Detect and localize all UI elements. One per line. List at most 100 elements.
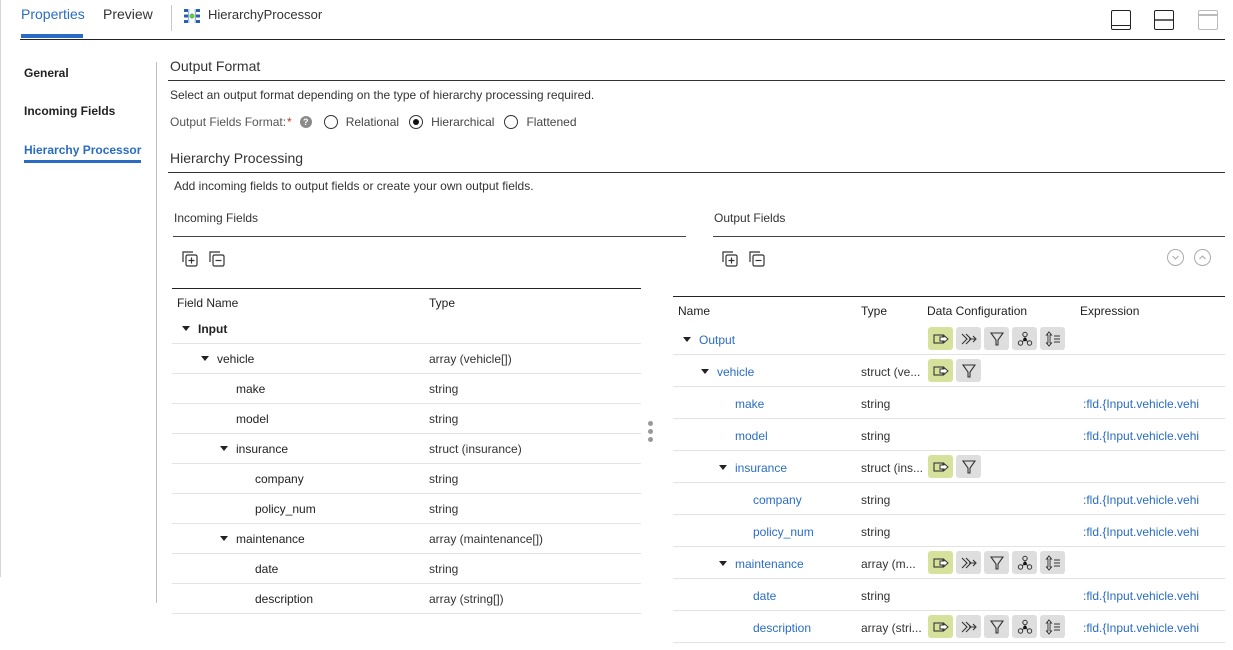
column-header-type[interactable]: Type: [861, 304, 887, 318]
field-expression[interactable]: :fld.{Input.vehicle.vehi: [1083, 397, 1203, 411]
help-icon[interactable]: ?: [299, 116, 312, 128]
field-name[interactable]: insurance: [719, 461, 787, 475]
table-row[interactable]: insurance struct (ins...: [673, 451, 1225, 483]
expand-caret-icon[interactable]: [182, 326, 190, 331]
field-name: date: [255, 562, 278, 576]
move-up-icon[interactable]: [1194, 249, 1211, 266]
radio-circle[interactable]: [504, 115, 519, 129]
table-row[interactable]: maintenance array (maintenance[]): [172, 524, 641, 554]
table-row[interactable]: policy_num string:fld.{Input.vehicle.vehi: [673, 515, 1225, 547]
table-row[interactable]: company string: [172, 464, 641, 494]
expand-caret-icon[interactable]: [201, 356, 209, 361]
filter-config-icon[interactable]: [956, 455, 981, 478]
field-expression[interactable]: :fld.{Input.vehicle.vehi: [1083, 493, 1203, 507]
field-name[interactable]: policy_num: [753, 525, 814, 539]
table-row[interactable]: description array (string[]): [172, 584, 641, 614]
field-name-text: date: [255, 562, 279, 576]
expand-all-icon[interactable]: [721, 250, 739, 268]
table-row[interactable]: company string:fld.{Input.vehicle.vehi: [673, 483, 1225, 515]
table-row[interactable]: date string:fld.{Input.vehicle.vehi: [673, 579, 1225, 611]
move-down-icon[interactable]: [1167, 249, 1184, 266]
filter-config-icon[interactable]: [984, 551, 1009, 574]
table-row[interactable]: Input: [172, 314, 641, 344]
tab-separator: [171, 5, 172, 31]
expand-caret-icon[interactable]: [220, 536, 228, 541]
table-row[interactable]: make string: [172, 374, 641, 404]
table-row[interactable]: vehicle array (vehicle[]): [172, 344, 641, 374]
column-header-field-name[interactable]: Field Name: [177, 296, 238, 310]
group-config-icon[interactable]: [1012, 327, 1037, 350]
nav-item-general[interactable]: General: [24, 66, 69, 80]
output-config-icon[interactable]: [928, 359, 953, 382]
expand-caret-icon[interactable]: [220, 446, 228, 451]
field-name[interactable]: vehicle: [701, 365, 754, 379]
collapse-all-icon[interactable]: [208, 250, 226, 268]
nav-item-incoming-fields[interactable]: Incoming Fields: [24, 104, 115, 118]
table-row[interactable]: make string:fld.{Input.vehicle.vehi: [673, 387, 1225, 419]
column-header-type[interactable]: Type: [429, 296, 455, 310]
table-row[interactable]: insurance struct (insurance): [172, 434, 641, 464]
field-name[interactable]: Output: [683, 333, 735, 347]
output-config-icon[interactable]: [928, 327, 953, 350]
sort-config-icon[interactable]: [1040, 615, 1065, 638]
layout-split-panel-icon[interactable]: [1154, 10, 1174, 30]
output-config-icon[interactable]: [928, 615, 953, 638]
expand-all-icon[interactable]: [181, 250, 199, 268]
join-config-icon[interactable]: [956, 551, 981, 574]
filter-config-icon[interactable]: [984, 615, 1009, 638]
expand-caret-icon[interactable]: [719, 561, 727, 566]
field-expression[interactable]: :fld.{Input.vehicle.vehi: [1083, 429, 1203, 443]
field-name-text: policy_num: [753, 525, 814, 539]
radio-circle[interactable]: [409, 115, 424, 129]
table-row[interactable]: model string: [172, 404, 641, 434]
table-row[interactable]: description array (stri... :fld.{Input.veh…: [673, 611, 1225, 643]
filter-config-icon[interactable]: [984, 327, 1009, 350]
panel-splitter-handle[interactable]: [648, 421, 654, 449]
expand-caret-icon[interactable]: [719, 465, 727, 470]
field-type: array (stri...: [861, 621, 922, 635]
output-format-description: Select an output format depending on the…: [170, 88, 595, 102]
sort-config-icon[interactable]: [1040, 551, 1065, 574]
field-expression[interactable]: :fld.{Input.vehicle.vehi: [1083, 525, 1203, 539]
field-name[interactable]: maintenance: [719, 557, 804, 571]
group-config-icon[interactable]: [1012, 551, 1037, 574]
sort-config-icon[interactable]: [1040, 327, 1065, 350]
radio-flattened[interactable]: Flattened: [504, 115, 577, 129]
field-name[interactable]: description: [753, 621, 811, 635]
radio-relational[interactable]: Relational: [323, 115, 399, 129]
join-config-icon[interactable]: [956, 327, 981, 350]
field-expression[interactable]: :fld.{Input.vehicle.vehi: [1083, 621, 1203, 635]
field-name[interactable]: model: [735, 429, 768, 443]
column-header-expression[interactable]: Expression: [1080, 304, 1139, 318]
table-row[interactable]: vehicle struct (ve...: [673, 355, 1225, 387]
table-row[interactable]: policy_num string: [172, 494, 641, 524]
field-name: model: [236, 412, 269, 426]
collapse-all-icon[interactable]: [748, 250, 766, 268]
field-type: struct (ins...: [861, 461, 924, 475]
nav-item-hierarchy-processor[interactable]: Hierarchy Processor: [24, 143, 142, 163]
group-config-icon[interactable]: [1012, 615, 1037, 638]
table-row[interactable]: date string: [172, 554, 641, 584]
table-row[interactable]: Output: [673, 323, 1225, 355]
field-name-text: make: [236, 382, 266, 396]
tab-preview[interactable]: Preview: [103, 6, 153, 22]
expand-caret-icon[interactable]: [701, 369, 709, 374]
field-name[interactable]: make: [735, 397, 764, 411]
table-row[interactable]: maintenance array (m...: [673, 547, 1225, 579]
field-name[interactable]: date: [753, 589, 776, 603]
field-expression[interactable]: :fld.{Input.vehicle.vehi: [1083, 589, 1203, 603]
layout-top-panel-icon[interactable]: [1198, 10, 1218, 30]
join-config-icon[interactable]: [956, 615, 981, 638]
table-row[interactable]: model string:fld.{Input.vehicle.vehi: [673, 419, 1225, 451]
column-header-data-configuration[interactable]: Data Configuration: [927, 304, 1027, 318]
output-config-icon[interactable]: [928, 551, 953, 574]
column-header-name[interactable]: Name: [678, 304, 710, 318]
radio-hierarchical[interactable]: Hierarchical: [409, 115, 494, 129]
tab-properties[interactable]: Properties: [21, 6, 85, 22]
expand-caret-icon[interactable]: [683, 337, 691, 342]
field-name[interactable]: company: [753, 493, 802, 507]
filter-config-icon[interactable]: [956, 359, 981, 382]
layout-bottom-panel-icon[interactable]: [1111, 10, 1131, 30]
output-config-icon[interactable]: [928, 455, 953, 478]
radio-circle[interactable]: [323, 115, 338, 129]
